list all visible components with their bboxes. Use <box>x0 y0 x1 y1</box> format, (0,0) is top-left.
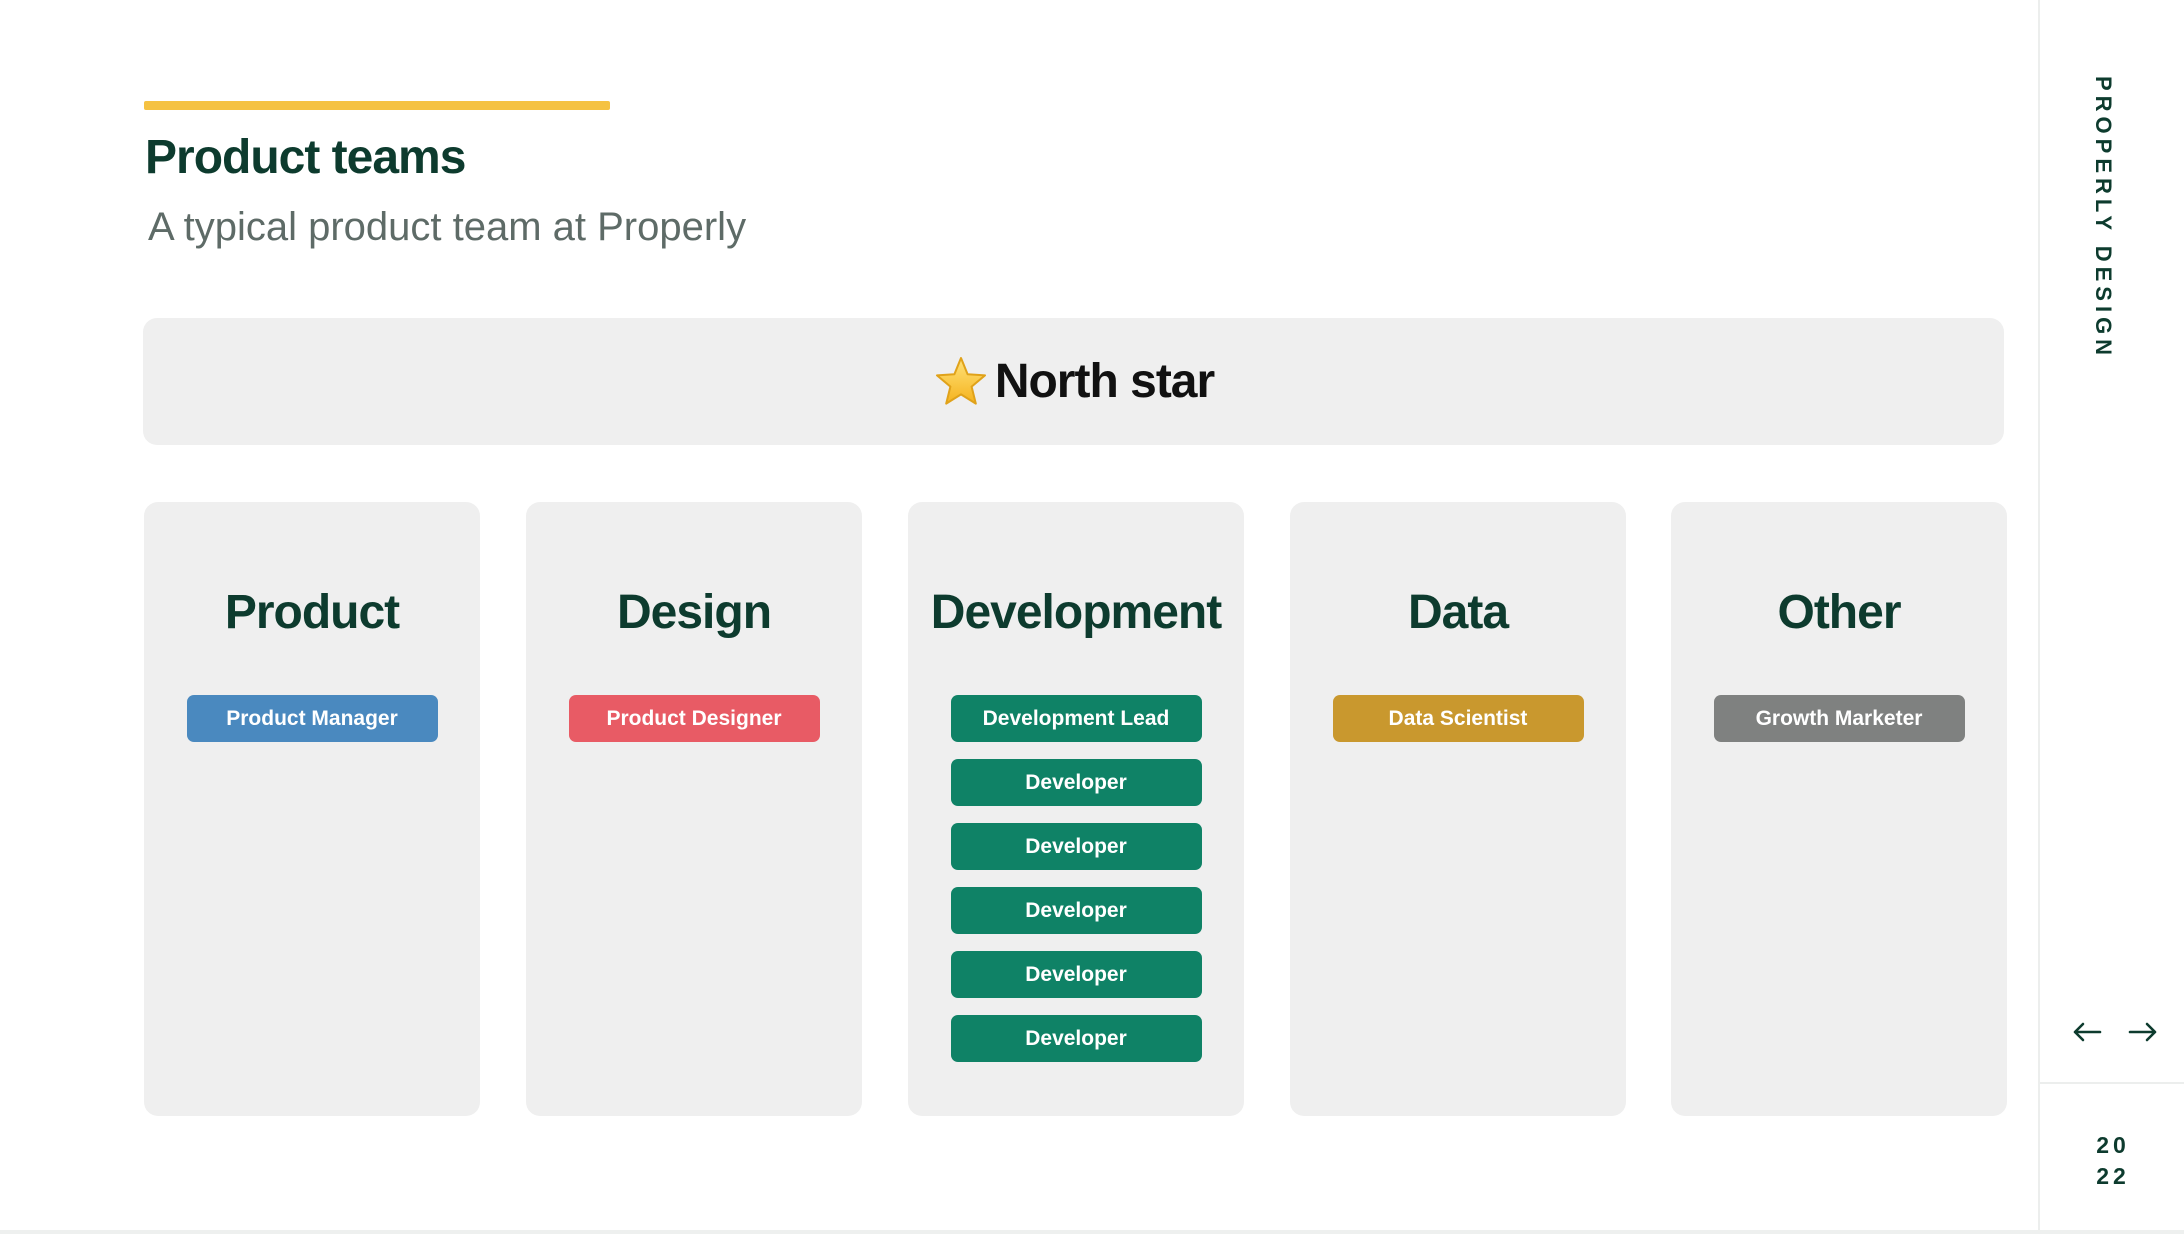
role-badge: Developer <box>950 1015 1202 1062</box>
brand-label: PROPERLY DESIGN <box>2091 76 2116 361</box>
page-title: Product teams <box>145 131 466 184</box>
role-badge: Product Manager <box>186 695 438 742</box>
year-bottom: 22 <box>2096 1163 2130 1189</box>
bottom-border <box>0 1230 2184 1234</box>
role-list: Product Designer <box>526 695 862 742</box>
role-list: Development Lead Developer Developer Develo… <box>908 695 1244 1062</box>
role-list: Product Manager <box>144 695 480 742</box>
column-title: Product <box>224 586 400 639</box>
column-title: Development <box>930 586 1222 639</box>
team-column-development: Development Development Lead Developer Deve… <box>908 502 1244 1116</box>
north-star-banner: North star <box>143 318 2004 445</box>
column-title: Design <box>616 586 772 639</box>
role-badge: Development Lead <box>950 695 1202 742</box>
team-column-design: Design Product Designer <box>526 502 862 1116</box>
role-badge: Developer <box>950 887 1202 934</box>
year-top: 20 <box>2096 1132 2130 1158</box>
team-column-data: Data Data Scientist <box>1290 502 1626 1116</box>
role-list: Data Scientist <box>1290 695 1626 742</box>
role-badge: Developer <box>950 759 1202 806</box>
role-badge: Data Scientist <box>1332 695 1584 742</box>
title-accent-bar <box>144 101 610 110</box>
role-badge: Product Designer <box>568 695 820 742</box>
star-icon <box>933 354 989 410</box>
north-star-label: North star <box>994 355 1215 408</box>
year-label: 20 22 <box>2040 1130 2184 1192</box>
arrow-right-icon[interactable] <box>2126 1015 2160 1049</box>
role-list: Growth Marketer <box>1671 695 2007 742</box>
sidebar: PROPERLY DESIGN 20 22 <box>2038 0 2184 1230</box>
role-badge: Growth Marketer <box>1713 695 1965 742</box>
arrow-left-icon[interactable] <box>2070 1015 2104 1049</box>
role-badge: Developer <box>950 823 1202 870</box>
column-title: Data <box>1407 586 1509 639</box>
slide-navigation <box>2070 1015 2160 1049</box>
team-column-other: Other Growth Marketer <box>1671 502 2007 1116</box>
slide: Product teams A typical product team at … <box>0 0 2038 1230</box>
page-subtitle: A typical product team at Properly <box>148 205 747 249</box>
column-title: Other <box>1777 586 1901 639</box>
sidebar-divider <box>2040 1082 2184 1084</box>
role-badge: Developer <box>950 951 1202 998</box>
team-column-product: Product Product Manager <box>144 502 480 1116</box>
